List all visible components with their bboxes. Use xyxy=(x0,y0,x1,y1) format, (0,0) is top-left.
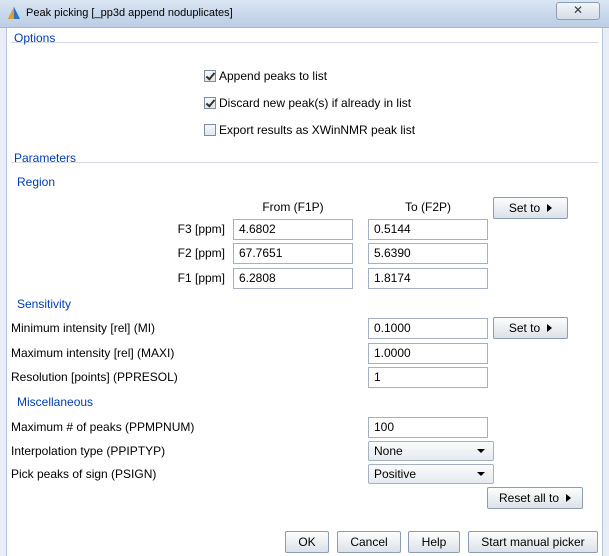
set-to-label: Set to xyxy=(508,321,541,335)
checkbox-checked-icon xyxy=(204,70,216,82)
pick-sign-label: Pick peaks of sign (PSIGN) xyxy=(11,467,157,481)
min-intensity-input[interactable]: 0.1000 xyxy=(368,318,488,339)
dialog-body: Options Append peaks to list Discard new… xyxy=(6,28,603,556)
pick-sign-select[interactable]: Positive xyxy=(368,464,494,484)
interpolation-value: None xyxy=(374,444,403,458)
max-peaks-input[interactable]: 100 xyxy=(368,417,488,438)
f1-to-input[interactable]: 1.8174 xyxy=(368,268,488,289)
checkbox-unchecked-icon xyxy=(204,124,216,136)
help-button[interactable]: Help xyxy=(408,531,460,553)
parameters-group xyxy=(11,162,598,163)
min-intensity-label: Minimum intensity [rel] (MI) xyxy=(11,321,156,335)
set-to-label: Set to xyxy=(508,201,541,215)
reset-all-label: Reset all to xyxy=(498,491,560,505)
arrow-right-icon xyxy=(566,494,572,502)
max-peaks-label: Maximum # of peaks (PPMPNUM) xyxy=(11,420,195,434)
f2-ppm-label: F2 [ppm] xyxy=(177,246,225,260)
append-peaks-checkbox[interactable]: Append peaks to list xyxy=(204,68,327,84)
options-header: Options xyxy=(14,31,56,45)
region-set-to-button[interactable]: Set to xyxy=(493,197,568,219)
parameters-header: Parameters xyxy=(14,151,77,165)
resolution-input[interactable]: 1 xyxy=(368,367,488,388)
export-xwinnmr-label: Export results as XWinNMR peak list xyxy=(219,123,416,137)
chevron-down-icon xyxy=(477,472,485,476)
max-intensity-label: Maximum intensity [rel] (MAXI) xyxy=(11,346,175,360)
f1-ppm-label: F1 [ppm] xyxy=(177,271,225,285)
f3-ppm-label: F3 [ppm] xyxy=(177,222,225,236)
region-header: Region xyxy=(17,175,56,189)
f2-to-input[interactable]: 5.6390 xyxy=(368,243,488,264)
pick-sign-value: Positive xyxy=(374,467,417,481)
ok-button[interactable]: OK xyxy=(285,531,329,553)
export-xwinnmr-checkbox[interactable]: Export results as XWinNMR peak list xyxy=(204,122,415,138)
max-intensity-input[interactable]: 1.0000 xyxy=(368,343,488,364)
discard-new-label: Discard new peak(s) if already in list xyxy=(219,96,412,110)
interpolation-select[interactable]: None xyxy=(368,441,494,461)
append-peaks-label: Append peaks to list xyxy=(219,69,328,83)
sensitivity-header: Sensitivity xyxy=(17,297,72,311)
chevron-down-icon xyxy=(477,449,485,453)
resolution-label: Resolution [points] (PPRESOL) xyxy=(11,370,178,384)
cancel-button[interactable]: Cancel xyxy=(337,531,401,553)
interpolation-label: Interpolation type (PPIPTYP) xyxy=(11,444,166,458)
options-group xyxy=(11,42,598,43)
close-button[interactable]: ✕ xyxy=(556,2,600,20)
col-from-header: From (F1P) xyxy=(262,200,324,214)
f3-from-input[interactable]: 4.6802 xyxy=(233,219,353,240)
f3-to-input[interactable]: 0.5144 xyxy=(368,219,488,240)
arrow-right-icon xyxy=(547,324,553,332)
discard-new-checkbox[interactable]: Discard new peak(s) if already in list xyxy=(204,95,411,111)
arrow-right-icon xyxy=(547,204,553,212)
f1-from-input[interactable]: 6.2808 xyxy=(233,268,353,289)
start-manual-picker-button[interactable]: Start manual picker xyxy=(468,531,598,553)
col-to-header: To (F2P) xyxy=(404,200,451,214)
window-title: Peak picking [_pp3d append noduplicates] xyxy=(26,7,233,19)
f2-from-input[interactable]: 67.7651 xyxy=(233,243,353,264)
checkbox-checked-icon xyxy=(204,97,216,109)
sensitivity-set-to-button[interactable]: Set to xyxy=(493,317,568,339)
close-icon: ✕ xyxy=(572,3,584,17)
misc-header: Miscellaneous xyxy=(17,395,94,409)
reset-all-button[interactable]: Reset all to xyxy=(487,487,583,509)
title-bar: Peak picking [_pp3d append noduplicates]… xyxy=(0,0,609,28)
app-icon xyxy=(6,6,22,22)
